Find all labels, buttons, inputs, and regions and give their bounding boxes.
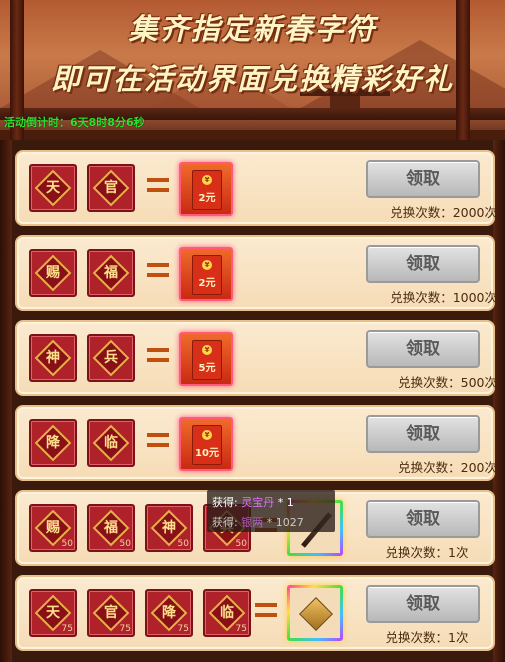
char-tile: 神 xyxy=(29,334,77,382)
char-count: 75 xyxy=(61,624,73,634)
tooltip-qty: * 1 xyxy=(274,496,294,509)
char-count: 50 xyxy=(177,539,189,549)
char-tile: 降 75 xyxy=(145,589,193,637)
exchange-times: 兑换次数：1次 xyxy=(385,545,469,560)
tooltip-qty: * 1027 xyxy=(263,516,304,529)
exchange-times: 兑换次数：2000次 xyxy=(390,205,497,220)
event-banner: 集齐指定新春字符 即可在活动界面兑换精彩好礼 活动倒计时：6天8时8分6秒 xyxy=(0,0,505,140)
panel-frame xyxy=(0,140,12,662)
tooltip-line: 获得: 灵宝丹 * 1 xyxy=(212,494,294,510)
tooltip-prefix: 获得: xyxy=(212,516,242,529)
red-envelope-icon: ¥2元 xyxy=(192,170,222,210)
char-tile: 降 xyxy=(29,419,77,467)
char-tile: 兵 xyxy=(87,334,135,382)
reward-amount: 2元 xyxy=(198,278,216,289)
red-envelope-icon: ¥10元 xyxy=(192,425,222,465)
banner-title: 集齐指定新春字符 xyxy=(128,12,377,46)
char-label: 神 xyxy=(46,350,60,366)
countdown-label: 活动倒计时： xyxy=(4,116,70,129)
tooltip-item: 灵宝丹 xyxy=(241,496,275,509)
countdown-value: 6天8时8分6秒 xyxy=(70,116,145,129)
claim-button[interactable]: 领取 xyxy=(366,500,480,538)
exchange-times: 兑换次数：200次 xyxy=(398,460,497,475)
char-count: 50 xyxy=(119,539,131,549)
claim-button[interactable]: 领取 xyxy=(366,585,480,623)
exchange-row: 神 兵 ¥5元 领取 兑换次数：500次 xyxy=(15,320,497,396)
char-tile: 赐 50 xyxy=(29,504,77,552)
char-tile: 福 xyxy=(87,249,135,297)
char-tile: 天 xyxy=(29,164,77,212)
red-envelope-icon: ¥5元 xyxy=(192,340,222,380)
equals-sign xyxy=(147,263,169,277)
exchange-row: 天 官 ¥2元 领取 兑换次数：2000次 xyxy=(15,150,497,226)
exchange-row: 赐 福 ¥2元 领取 兑换次数：1000次 xyxy=(15,235,497,311)
reward-amount: 10元 xyxy=(195,448,219,459)
exchange-times: 兑换次数：500次 xyxy=(398,375,497,390)
exchange-row: 天 75 官 75 降 75 临 75 领取 兑换次数：1次 xyxy=(15,575,495,651)
exchange-row: 降 临 ¥10元 领取 兑换次数：200次 xyxy=(15,405,497,481)
exchange-times: 兑换次数：1次 xyxy=(385,630,469,645)
tooltip-item: 银两 xyxy=(241,516,264,529)
banner-railing-base xyxy=(0,130,505,140)
tooltip-line: 获得: 银两 * 1027 xyxy=(212,514,304,530)
char-tile: 临 75 xyxy=(203,589,251,637)
reward-red-envelope[interactable]: ¥5元 xyxy=(179,332,233,386)
reward-red-envelope[interactable]: ¥10元 xyxy=(179,417,233,471)
reward-red-envelope[interactable]: ¥2元 xyxy=(179,162,233,216)
exchange-times: 兑换次数：1000次 xyxy=(390,290,497,305)
equals-sign xyxy=(255,603,277,617)
banner-subtitle: 即可在活动界面兑换精彩好礼 xyxy=(50,62,454,96)
equals-sign xyxy=(147,348,169,362)
reward-tooltip: 获得: 灵宝丹 * 1 获得: 银两 * 1027 xyxy=(207,490,335,532)
char-tile: 官 xyxy=(87,164,135,212)
char-tile: 赐 xyxy=(29,249,77,297)
reward-amount: 2元 xyxy=(198,193,216,204)
char-count: 75 xyxy=(177,624,189,634)
reward-item-emblem[interactable] xyxy=(287,585,343,641)
char-tile: 神 50 xyxy=(145,504,193,552)
red-envelope-icon: ¥2元 xyxy=(192,255,222,295)
event-countdown: 活动倒计时：6天8时8分6秒 xyxy=(4,114,145,130)
reward-amount: 5元 xyxy=(198,363,216,374)
claim-button[interactable]: 领取 xyxy=(366,415,480,453)
emblem-icon xyxy=(299,597,333,631)
char-label: 兵 xyxy=(104,350,118,366)
char-label: 天 xyxy=(46,180,60,196)
char-label: 临 xyxy=(104,435,118,451)
char-label: 官 xyxy=(104,180,118,196)
char-label: 降 xyxy=(46,435,60,451)
char-count: 50 xyxy=(235,539,247,549)
claim-button[interactable]: 领取 xyxy=(366,245,480,283)
char-count: 75 xyxy=(235,624,247,634)
reward-red-envelope[interactable]: ¥2元 xyxy=(179,247,233,301)
tooltip-prefix: 获得: xyxy=(212,496,242,509)
char-count: 50 xyxy=(61,539,73,549)
char-label: 赐 xyxy=(46,265,60,281)
char-tile: 官 75 xyxy=(87,589,135,637)
exchange-panel: 天 官 ¥2元 领取 兑换次数：2000次 赐 福 ¥2元 领取 兑换次数：10… xyxy=(0,140,505,662)
char-tile: 福 50 xyxy=(87,504,135,552)
char-label: 福 xyxy=(104,265,118,281)
claim-button[interactable]: 领取 xyxy=(366,330,480,368)
char-tile: 临 xyxy=(87,419,135,467)
equals-sign xyxy=(147,433,169,447)
equals-sign xyxy=(147,178,169,192)
char-count: 75 xyxy=(119,624,131,634)
char-tile: 天 75 xyxy=(29,589,77,637)
claim-button[interactable]: 领取 xyxy=(366,160,480,198)
